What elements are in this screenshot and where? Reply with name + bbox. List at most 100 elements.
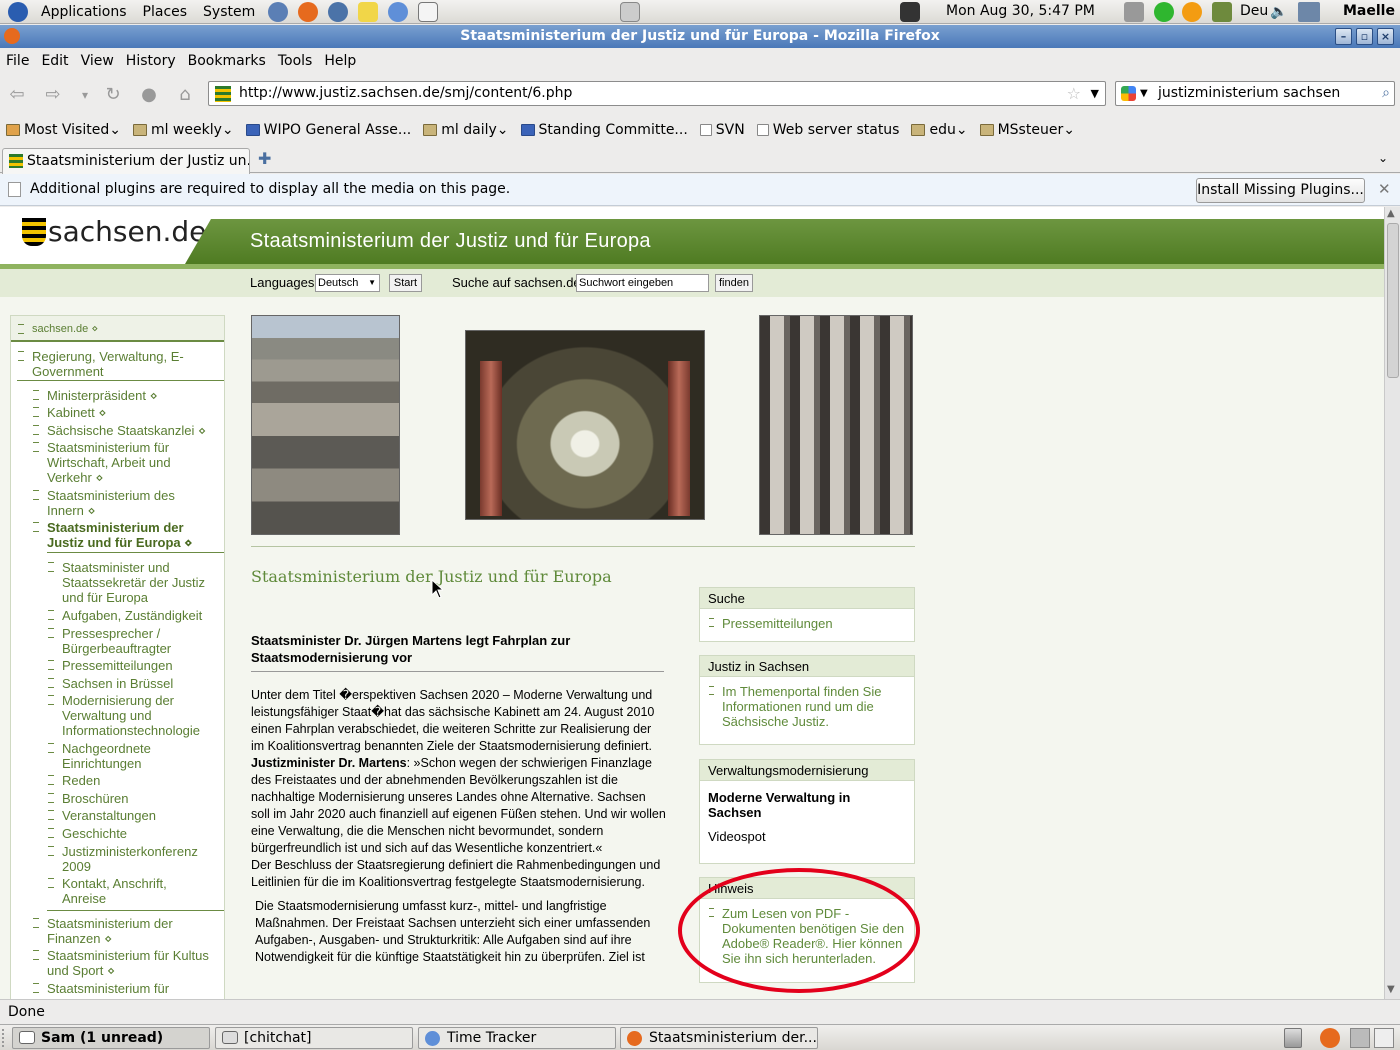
bookmark-most-visited[interactable]: Most Visited ⌄: [6, 122, 121, 138]
site-logo[interactable]: sachsen.de: [22, 215, 206, 248]
nav-aufgaben[interactable]: Aufgaben, Zuständigkeit: [47, 608, 202, 623]
keyboard-layout[interactable]: Deu: [1240, 3, 1268, 19]
box-suche-link[interactable]: Pressemitteilungen: [709, 616, 907, 631]
system-menu[interactable]: System: [195, 4, 263, 20]
nav-regierung[interactable]: Regierung, Verwaltung, E-Government: [18, 349, 212, 379]
nav-bruessel[interactable]: Sachsen in Brüssel: [47, 676, 173, 691]
bookmark-standing-committee[interactable]: Standing Committe...: [520, 122, 688, 138]
box-justiz-link[interactable]: Im Themenportal finden Sie Informationen…: [709, 684, 907, 729]
nav-justizministerkonferenz[interactable]: Justizministerkonferenz 2009: [48, 844, 212, 874]
site-search-input[interactable]: Suchwort eingeben: [576, 274, 709, 292]
bookmark-mssteuer[interactable]: MSsteuer ⌄: [979, 122, 1075, 138]
nav-nachgeordnete[interactable]: Nachgeordnete Einrichtungen: [48, 741, 182, 771]
notes-icon[interactable]: [358, 1, 379, 22]
home-icon[interactable]: ⌂: [174, 84, 196, 106]
nav-finanzen[interactable]: Staatsministerium der Finanzen ⋄: [33, 916, 197, 946]
nav-kabinett[interactable]: Kabinett ⋄: [32, 405, 106, 420]
history-dropdown-icon[interactable]: ▾: [74, 84, 96, 106]
workspace-icon[interactable]: [620, 1, 640, 22]
scroll-thumb[interactable]: [1387, 223, 1399, 378]
close-window-button[interactable]: ×: [1377, 28, 1394, 45]
search-icon[interactable]: ⌕: [1382, 82, 1390, 105]
nav-pressesprecher[interactable]: Pressesprecher / Bürgerbeauftragter: [48, 626, 192, 656]
start-button[interactable]: Start: [389, 274, 422, 292]
firefox-launcher-icon[interactable]: [298, 1, 319, 22]
stop-icon[interactable]: ●: [138, 84, 160, 106]
scroll-down-icon[interactable]: ▼: [1387, 984, 1395, 995]
display-icon[interactable]: [1212, 2, 1232, 22]
menu-history[interactable]: History: [120, 53, 182, 69]
user-menu[interactable]: Maelle: [1343, 3, 1395, 19]
back-icon[interactable]: ⇦: [6, 84, 28, 106]
nav-reden[interactable]: Reden: [47, 773, 100, 788]
nav-veranstaltungen[interactable]: Veranstaltungen: [48, 808, 156, 823]
scroll-up-icon[interactable]: ▲: [1387, 208, 1395, 219]
forward-icon[interactable]: ⇨: [42, 84, 64, 106]
new-tab-icon[interactable]: ✚: [258, 149, 271, 168]
menu-edit[interactable]: Edit: [35, 53, 74, 69]
tab-active[interactable]: Staatsministerium der Justiz un...: [2, 148, 250, 174]
window-titlebar[interactable]: Staatsministerium der Justiz und für Eur…: [0, 25, 1400, 48]
search-text[interactable]: justizministerium sachsen: [1158, 85, 1340, 101]
nav-kontakt[interactable]: Kontakt, Anschrift, Anreise: [48, 876, 182, 906]
bookmark-web-server-status[interactable]: Web server status: [756, 122, 899, 138]
workspace-2-icon[interactable]: [1374, 1028, 1394, 1048]
tab-list-icon[interactable]: ⌄: [1378, 151, 1388, 165]
status-online-icon[interactable]: [1154, 2, 1174, 22]
network-icon[interactable]: [1298, 2, 1320, 22]
nav-staatskanzlei[interactable]: Sächsische Staatskanzlei ⋄: [32, 423, 206, 438]
network-tool-icon[interactable]: [1124, 2, 1144, 22]
task-firefox[interactable]: Staatsministerium der...: [620, 1027, 818, 1049]
task-chitchat[interactable]: [chitchat]: [215, 1027, 413, 1049]
task-sam-chat[interactable]: Sam (1 unread): [12, 1027, 210, 1049]
bookmark-ml-daily[interactable]: ml daily ⌄: [423, 122, 509, 138]
reload-icon[interactable]: ↻: [102, 84, 124, 106]
settings-launcher-icon[interactable]: [388, 1, 409, 22]
find-button[interactable]: finden: [715, 274, 753, 292]
fedora-icon[interactable]: [8, 1, 28, 22]
volume-icon[interactable]: 🔈: [1270, 4, 1287, 20]
text-editor-icon[interactable]: [418, 1, 439, 22]
nav-geschichte[interactable]: Geschichte: [47, 826, 127, 841]
nav-justiz-active[interactable]: Staatsministerium der Justiz und für Eur…: [33, 520, 207, 550]
url-dropdown-icon[interactable]: ▼: [1091, 82, 1099, 105]
nav-innern[interactable]: Staatsministerium des Innern ⋄: [33, 488, 197, 518]
breadcrumb[interactable]: sachsen.de ⋄: [17, 322, 98, 337]
nav-wirtschaft[interactable]: Staatsministerium für Wirtschaft, Arbeit…: [33, 440, 197, 485]
clock[interactable]: Mon Aug 30, 5:47 PM: [946, 3, 1095, 19]
google-engine-icon[interactable]: [1121, 86, 1136, 101]
nav-ministerpraesident[interactable]: Ministerpräsident ⋄: [33, 388, 158, 403]
bookmark-edu[interactable]: edu ⌄: [911, 122, 968, 138]
nav-kultus[interactable]: Staatsministerium für Kultus und Sport ⋄: [33, 948, 217, 978]
minimize-button[interactable]: –: [1335, 28, 1352, 45]
maximize-button[interactable]: ▫: [1356, 28, 1373, 45]
menu-view[interactable]: View: [75, 53, 120, 69]
install-plugins-button[interactable]: Install Missing Plugins...: [1196, 178, 1365, 203]
url-text[interactable]: http://www.justiz.sachsen.de/smj/content…: [239, 85, 572, 101]
bookmark-svn[interactable]: SVN: [699, 122, 745, 138]
url-bar[interactable]: http://www.justiz.sachsen.de/smj/content…: [208, 81, 1106, 106]
places-menu[interactable]: Places: [135, 4, 196, 20]
menu-help[interactable]: Help: [318, 53, 362, 69]
applications-menu[interactable]: Applications: [33, 4, 135, 20]
engine-dropdown-icon[interactable]: ▼: [1140, 82, 1148, 105]
nav-staatsministerium-fuer[interactable]: Staatsministerium für: [33, 981, 217, 996]
close-notification-icon[interactable]: ✕: [1378, 180, 1391, 198]
nav-modernisierung[interactable]: Modernisierung der Verwaltung und Inform…: [48, 693, 212, 738]
box-verwaltung-video[interactable]: Videospot: [708, 829, 914, 844]
task-time-tracker[interactable]: Time Tracker: [418, 1027, 616, 1049]
weather-icon[interactable]: [1182, 2, 1202, 22]
firefox-window-icon[interactable]: [4, 28, 20, 44]
search-bar[interactable]: ▼ justizministerium sachsen ⌕: [1115, 81, 1395, 106]
nav-broschueren[interactable]: Broschüren: [47, 791, 128, 806]
bookmark-star-icon[interactable]: ☆: [1067, 82, 1081, 105]
trash-icon[interactable]: [1284, 1028, 1302, 1048]
bookmark-wipo[interactable]: WIPO General Asse...: [245, 122, 411, 138]
menu-bookmarks[interactable]: Bookmarks: [182, 53, 272, 69]
workspace-1-icon[interactable]: [1350, 1028, 1370, 1048]
bookmark-ml-weekly[interactable]: ml weekly ⌄: [132, 122, 234, 138]
language-select[interactable]: Deutsch ▼: [315, 274, 380, 292]
nav-pressemitteilungen[interactable]: Pressemitteilungen: [48, 658, 173, 673]
vertical-scrollbar[interactable]: ▲ ▼: [1384, 207, 1400, 999]
terminal-icon[interactable]: [900, 1, 920, 22]
